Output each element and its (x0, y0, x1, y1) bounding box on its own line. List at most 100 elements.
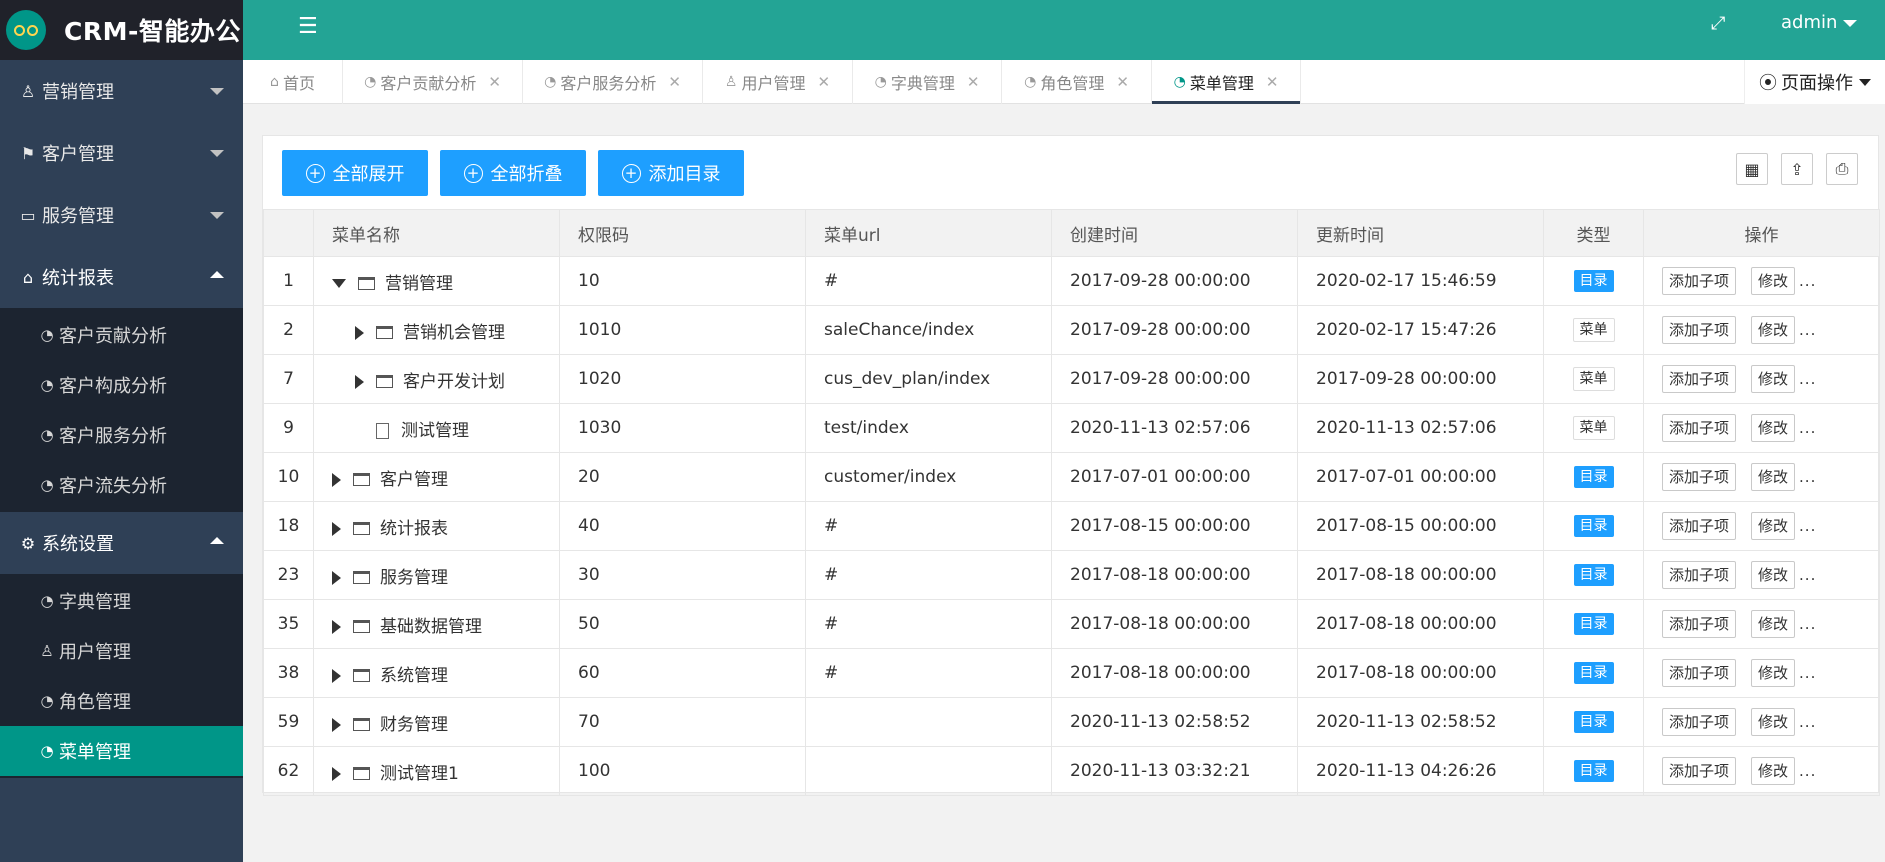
gears-icon: ⚙ (20, 533, 36, 553)
columns-icon[interactable]: ▦ (1736, 153, 1768, 185)
tab-contribution[interactable]: ◔ 客户贡献分析 ✕ (343, 60, 523, 104)
expand-all-button[interactable]: + 全部展开 (282, 150, 428, 196)
more-actions-button[interactable]: ... (1799, 419, 1816, 437)
add-child-button[interactable]: 添加子项 (1662, 365, 1737, 393)
edit-button[interactable]: 修改 (1751, 757, 1796, 785)
add-child-button[interactable]: 添加子项 (1662, 561, 1737, 589)
sidebar-item-service-analysis[interactable]: ◔ 客户服务分析 (0, 410, 243, 460)
table-row[interactable]: 59 财务管理 70 2020-11-13 02:58:52 2020-11-13 02… (263, 697, 1880, 747)
sidebar-item-menus[interactable]: ◔ 菜单管理 (0, 726, 243, 776)
edit-button[interactable]: 修改 (1751, 659, 1796, 687)
add-child-button[interactable]: 添加子项 (1662, 757, 1737, 785)
add-child-button[interactable]: 添加子项 (1662, 414, 1737, 442)
add-child-button[interactable]: 添加子项 (1662, 610, 1737, 638)
edit-button[interactable]: 修改 (1751, 463, 1796, 491)
column-header[interactable]: 菜单url (805, 209, 1052, 257)
add-child-button[interactable]: 添加子项 (1662, 463, 1737, 491)
caret-right-icon[interactable] (332, 472, 341, 487)
more-actions-button[interactable]: ... (1799, 566, 1816, 584)
caret-right-icon[interactable] (355, 325, 364, 340)
tab-menus[interactable]: ◔ 菜单管理 ✕ (1152, 60, 1301, 104)
close-icon[interactable]: ✕ (967, 73, 980, 91)
more-actions-button[interactable]: ... (1799, 713, 1816, 731)
print-icon[interactable]: ⎙ (1826, 153, 1858, 185)
more-actions-button[interactable]: ... (1799, 370, 1816, 388)
add-child-button[interactable]: 添加子项 (1662, 512, 1737, 540)
fullscreen-icon[interactable]: ⤢ (1711, 13, 1725, 34)
close-icon[interactable]: ✕ (488, 73, 501, 91)
sidebar-group-marketing[interactable]: ♙ 营销管理 (0, 60, 243, 122)
table-row[interactable]: 18 统计报表 40 #2017-08-15 00:00:00 2017-08-15 0… (263, 501, 1880, 551)
export-icon[interactable]: ⇪ (1781, 153, 1813, 185)
more-actions-button[interactable]: ... (1799, 468, 1816, 486)
add-child-button[interactable]: 添加子项 (1662, 659, 1737, 687)
column-header[interactable]: 类型 (1543, 209, 1644, 257)
caret-right-icon[interactable] (332, 668, 341, 683)
more-actions-button[interactable]: ... (1799, 517, 1816, 535)
edit-button[interactable]: 修改 (1751, 708, 1796, 736)
column-header[interactable]: 权限码 (559, 209, 806, 257)
sidebar-item-composition[interactable]: ◔ 客户构成分析 (0, 360, 243, 410)
add-child-button[interactable]: 添加子项 (1662, 316, 1737, 344)
edit-button[interactable]: 修改 (1751, 610, 1796, 638)
page-operations-menu[interactable]: ⦿ 页面操作 (1744, 60, 1885, 104)
close-icon[interactable]: ✕ (818, 73, 831, 91)
add-child-button[interactable]: 添加子项 (1662, 708, 1737, 736)
caret-down-icon[interactable] (332, 279, 346, 288)
created-time: 2017-08-18 00:00:00 (1051, 599, 1298, 649)
user-menu[interactable]: admin (1781, 12, 1858, 33)
table-row[interactable]: 62 测试管理1 100 2020-11-13 03:32:21 2020-11-13 … (263, 746, 1880, 796)
table-row[interactable]: 1 营销管理 10 #2017-09-28 00:00:00 2020-02-17 15… (263, 256, 1880, 306)
menu-tree-table: 菜单名称 权限码 菜单url 创建时间 更新时间 类型 操作 1 营销管理 10 #2… (263, 209, 1880, 796)
tab-roles[interactable]: ◔ 角色管理 ✕ (1002, 60, 1152, 104)
collapse-all-button[interactable]: + 全部折叠 (440, 150, 586, 196)
more-actions-button[interactable]: ... (1799, 321, 1816, 339)
sidebar-group-customer[interactable]: ⚑ 客户管理 (0, 122, 243, 184)
tab-users[interactable]: ♙ 用户管理 ✕ (703, 60, 853, 104)
sidebar-item-roles[interactable]: ◔ 角色管理 (0, 676, 243, 726)
caret-right-icon[interactable] (332, 766, 341, 781)
row-id: 23 (263, 550, 314, 600)
table-row[interactable]: 7 客户开发计划 1020 cus_dev_plan/index 2017-09-28 … (263, 354, 1880, 404)
sidebar-group-settings[interactable]: ⚙ 系统设置 (0, 512, 243, 574)
sidebar-item-dictionary[interactable]: ◔ 字典管理 (0, 576, 243, 626)
caret-right-icon[interactable] (332, 570, 341, 585)
close-icon[interactable]: ✕ (1266, 73, 1279, 91)
caret-right-icon[interactable] (332, 619, 341, 634)
edit-button[interactable]: 修改 (1751, 267, 1796, 295)
table-row[interactable]: 2 营销机会管理 1010 saleChance/index 2017-09-28 00… (263, 305, 1880, 355)
add-directory-button[interactable]: + 添加目录 (598, 150, 744, 196)
tab-dictionary[interactable]: ◔ 字典管理 ✕ (853, 60, 1002, 104)
tab-service-analysis[interactable]: ◔ 客户服务分析 ✕ (523, 60, 703, 104)
edit-button[interactable]: 修改 (1751, 365, 1796, 393)
edit-button[interactable]: 修改 (1751, 561, 1796, 589)
sidebar-group-reports[interactable]: ⌂ 统计报表 (0, 246, 243, 308)
more-actions-button[interactable]: ... (1799, 272, 1816, 290)
column-header[interactable]: 菜单名称 (313, 209, 560, 257)
more-actions-button[interactable]: ... (1799, 762, 1816, 780)
close-icon[interactable]: ✕ (1116, 73, 1129, 91)
more-actions-button[interactable]: ... (1799, 664, 1816, 682)
sidebar-toggle-icon[interactable]: ☰ (298, 14, 318, 39)
table-row[interactable]: 38 系统管理 60 #2017-08-18 00:00:00 2017-08-18 0… (263, 648, 1880, 698)
column-header[interactable]: 更新时间 (1297, 209, 1544, 257)
caret-right-icon[interactable] (355, 374, 364, 389)
edit-button[interactable]: 修改 (1751, 316, 1796, 344)
caret-right-icon[interactable] (332, 521, 341, 536)
table-row[interactable]: 9 测试管理 1030 test/index 2020-11-13 02:57:06 20… (263, 403, 1880, 453)
tab-home[interactable]: ⌂ 首页 (243, 60, 343, 104)
sidebar-item-users[interactable]: ♙ 用户管理 (0, 626, 243, 676)
table-row[interactable]: 35 基础数据管理 50 #2017-08-18 00:00:00 2017-08-18… (263, 599, 1880, 649)
edit-button[interactable]: 修改 (1751, 512, 1796, 540)
more-actions-button[interactable]: ... (1799, 615, 1816, 633)
add-child-button[interactable]: 添加子项 (1662, 267, 1737, 295)
sidebar-item-churn[interactable]: ◔ 客户流失分析 (0, 460, 243, 510)
caret-right-icon[interactable] (332, 717, 341, 732)
edit-button[interactable]: 修改 (1751, 414, 1796, 442)
sidebar-item-contribution[interactable]: ◔ 客户贡献分析 (0, 310, 243, 360)
close-icon[interactable]: ✕ (668, 73, 681, 91)
table-row[interactable]: 10 客户管理 20 customer/index 2017-07-01 00:00:0… (263, 452, 1880, 502)
table-row[interactable]: 23 服务管理 30 #2017-08-18 00:00:00 2017-08-18 0… (263, 550, 1880, 600)
column-header[interactable]: 创建时间 (1051, 209, 1298, 257)
sidebar-group-service[interactable]: ▭ 服务管理 (0, 184, 243, 246)
